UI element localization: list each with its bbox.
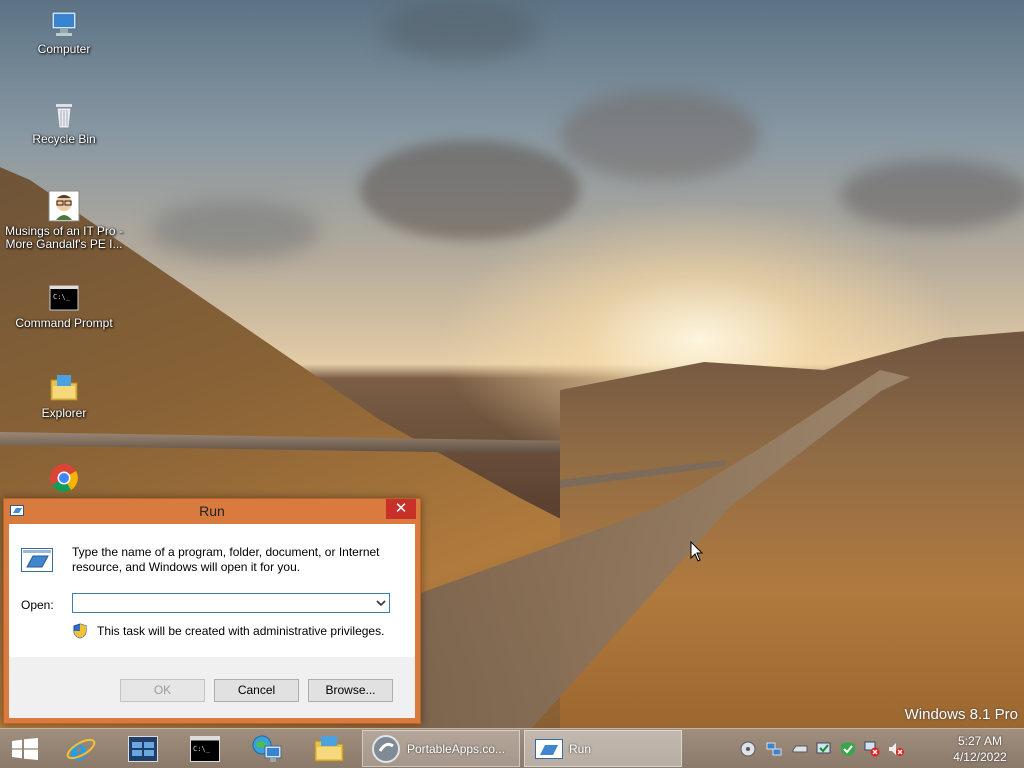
desktop-icon-label: Explorer (41, 406, 87, 420)
open-label: Open: (21, 598, 54, 612)
desktop-icon-label: Computer (37, 42, 91, 56)
clock-date: 4/12/2022 (953, 750, 1007, 764)
svg-text:C:\_: C:\_ (193, 745, 211, 753)
uac-shield-icon (73, 623, 87, 639)
desktop-icon-explorer[interactable]: Explorer (4, 372, 124, 420)
start-button[interactable] (0, 729, 50, 768)
taskbar-network[interactable] (242, 729, 292, 768)
ok-button[interactable]: OK (120, 679, 205, 702)
run-program-icon (21, 548, 53, 572)
windows-edition-watermark: Windows 8.1 Pro (904, 706, 1018, 723)
ie-icon: e (66, 734, 96, 765)
taskbar-internet-explorer[interactable]: e (56, 729, 106, 768)
cmd-icon: C:\_ (48, 282, 80, 314)
clock[interactable]: 5:27 AM 4/12/2022 (940, 733, 1020, 765)
svg-text:C:\_: C:\_ (53, 293, 71, 301)
open-combobox[interactable] (72, 593, 390, 613)
run-client-area: Type the name of a program, folder, docu… (9, 524, 415, 718)
cloud (360, 140, 580, 240)
computer-icon (48, 8, 80, 40)
network-error-icon[interactable] (864, 741, 880, 757)
taskbar-file-explorer[interactable] (304, 729, 354, 768)
taskbar-item-label: Run (569, 742, 592, 756)
desktop-icon-command-prompt[interactable]: C:\_ Command Prompt (4, 282, 124, 330)
desktop-icon-recycle-bin[interactable]: Recycle Bin (4, 98, 124, 146)
open-input[interactable] (73, 594, 377, 612)
svg-text:e: e (70, 734, 88, 765)
folder-icon (48, 372, 80, 404)
cloud (560, 90, 760, 180)
cloud (150, 200, 320, 260)
volume-muted-icon[interactable] (888, 741, 904, 757)
monitor-check-icon[interactable] (816, 741, 832, 757)
taskbar-run[interactable]: Run (524, 730, 682, 767)
disc-icon[interactable] (740, 741, 756, 757)
browse-button[interactable]: Browse... (308, 679, 393, 702)
avatar-icon (48, 190, 80, 222)
desktop-icon-chrome[interactable] (4, 462, 124, 497)
taskbar-portableapps[interactable]: PortableApps.co... (362, 730, 520, 767)
windows-logo-icon (12, 738, 38, 760)
recycle-bin-icon (48, 98, 80, 130)
globe-monitor-icon (252, 735, 282, 762)
cloud (380, 0, 540, 60)
mouse-cursor-icon (690, 540, 704, 563)
cloud (840, 160, 1024, 230)
cmd-icon: C:\_ (190, 736, 220, 762)
shield-check-icon[interactable] (840, 741, 856, 757)
run-description: Type the name of a program, folder, docu… (72, 545, 380, 574)
folder-icon (314, 736, 344, 762)
chrome-icon (48, 462, 80, 494)
taskbar: e C:\_ PortableApps.co... Run 5:27 AM 4/… (0, 728, 1024, 768)
desktop-icon-computer[interactable]: Computer (4, 8, 124, 56)
run-content: Type the name of a program, folder, docu… (9, 524, 415, 657)
portableapps-icon (372, 735, 400, 763)
run-dialog: Run ✕ Type the name of a program, folder… (3, 498, 421, 724)
task-manager-icon (128, 736, 158, 762)
taskbar-task-manager[interactable] (118, 729, 168, 768)
taskbar-item-label: PortableApps.co... (407, 742, 506, 756)
cancel-button[interactable]: Cancel (214, 679, 299, 702)
admin-privileges-note: This task will be created with administr… (97, 624, 385, 638)
taskbar-command-prompt[interactable]: C:\_ (180, 729, 230, 768)
run-titlebar[interactable]: Run ✕ (4, 499, 420, 523)
desktop-icon-label: Recycle Bin (32, 132, 96, 146)
network-computers-icon[interactable] (766, 741, 782, 757)
chevron-down-icon[interactable] (375, 597, 387, 609)
close-button[interactable]: ✕ (386, 499, 416, 519)
desktop-icon-label: Musings of an IT Pro - More Gandalf's PE … (5, 224, 123, 251)
desktop-icon-musings[interactable]: Musings of an IT Pro - More Gandalf's PE … (4, 190, 124, 251)
run-icon (535, 739, 563, 759)
clock-time: 5:27 AM (957, 734, 1003, 748)
run-title: Run (199, 503, 225, 519)
drive-icon[interactable] (792, 741, 808, 757)
desktop-icon-label: Command Prompt (15, 316, 113, 330)
